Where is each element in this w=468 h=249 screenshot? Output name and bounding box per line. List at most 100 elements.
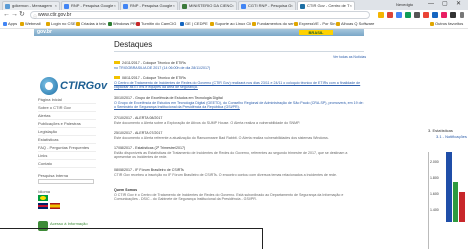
spain-flag-icon[interactable] (50, 203, 60, 209)
news-date-text: 08/11/2017 - Coloque Técnico de ETIRs (122, 76, 186, 80)
browser-tab[interactable]: MINISTERIO DA CIENC × (179, 1, 237, 10)
chart-bar (446, 152, 452, 222)
brasil-badge[interactable]: BRASIL (299, 30, 333, 35)
bookmark[interactable]: Windows PR (108, 21, 136, 27)
extension-icon[interactable] (414, 12, 420, 18)
profile-name[interactable]: Nevedgto (396, 1, 413, 8)
browser-tab[interactable]: gdkemon - Mensagem × (2, 1, 60, 10)
news-item: 30/10/2017 - Grupo de Excelência de Estu… (114, 96, 364, 110)
close-icon[interactable]: × (114, 2, 116, 10)
sidebar-menu: Página Inicial Sobre o CTIR Gov Alertas … (38, 96, 96, 168)
extension-icon[interactable] (450, 12, 456, 18)
close-window-button[interactable]: ✕ (456, 1, 461, 8)
uk-flag-icon[interactable] (38, 203, 48, 209)
gov-label[interactable]: gov.br (34, 29, 77, 36)
search-input[interactable] (38, 179, 94, 184)
bookmark-label: Windows PR (113, 21, 136, 26)
news-item: 25/10/2017 - ALERTA 07/2017 Este documen… (114, 131, 364, 140)
bookmark[interactable]: Alhoas Q Software (336, 21, 374, 27)
extension-icon[interactable] (423, 12, 429, 18)
bookmark-label: Webmail (25, 21, 41, 26)
all-news-link[interactable]: Ver todas as Notícias (333, 55, 366, 59)
menu-item[interactable]: Contato (38, 160, 96, 168)
menu-item[interactable]: Estatísticas (38, 136, 96, 144)
folder-icon (336, 22, 340, 26)
menu-icon[interactable] (460, 12, 464, 18)
close-icon[interactable]: × (232, 2, 234, 10)
bookmark-star-icon[interactable] (378, 12, 384, 18)
gov-header-bar: gov.br BRASIL (34, 29, 364, 36)
chart-bar (453, 182, 458, 222)
overlay-line (0, 228, 262, 229)
menu-item[interactable]: Sobre o CTIR Gov (38, 104, 96, 112)
overlay-line (262, 228, 263, 249)
folder-icon (20, 22, 24, 26)
folder-icon (294, 22, 298, 26)
bookmark-label: Apps (8, 21, 18, 26)
bookmark[interactable]: Turnitin do CamCIG (136, 21, 176, 27)
menu-item[interactable]: Links (38, 152, 96, 160)
brazil-flag-icon[interactable] (38, 195, 48, 201)
close-icon[interactable]: × (55, 2, 57, 10)
menu-item[interactable]: Legislação (38, 128, 96, 136)
tab-label: MINISTERIO DA CIENC (189, 3, 233, 8)
extension-icon[interactable] (405, 12, 411, 18)
maximize-button[interactable]: ▢ (442, 1, 448, 8)
news-link[interactable]: no TRIGOBRASILIA DE 2017 (14 06:00h de d… (114, 66, 364, 71)
bookmark[interactable]: GE | CEDPE (180, 21, 208, 27)
bookmark[interactable]: Webmail (20, 21, 41, 27)
tab-label: gdkemon - Mensagem (12, 3, 52, 8)
close-icon[interactable]: × (350, 2, 352, 10)
url-text: www.ctir.gov.br (38, 12, 72, 18)
new-badge-icon (114, 61, 120, 64)
news-date-text: 24/11/2017 - Coloque Técnico de ETIRs (122, 61, 186, 65)
news-item: 08/11/2017 - Coloque Técnico de ETIRs O … (114, 76, 364, 90)
bookmark[interactable]: Suporte ao Linux Cli (210, 21, 251, 27)
back-icon[interactable]: ← (3, 11, 10, 19)
news-text[interactable]: o Seminário de Segurança Institucional d… (114, 105, 364, 110)
tab-label: CGTI RNP - Pesquisa G (248, 3, 292, 8)
bookmark[interactable]: ExpressVE - Por Sin (294, 21, 335, 27)
menu-item[interactable]: FAQ - Perguntas Frequentes (38, 144, 96, 152)
extension-icon[interactable] (387, 12, 393, 18)
browser-tab[interactable]: RNP - Pesquisa Google × (61, 1, 119, 10)
folder-icon (76, 22, 80, 26)
bookmark[interactable]: Fundamentos do ser (252, 21, 294, 27)
bookmark-label: Suporte ao Linux Cli (215, 21, 252, 26)
y-tick: 1.600 (430, 192, 439, 196)
url-input[interactable]: ⓘ www.ctir.gov.br (30, 11, 370, 19)
bookmark-label: Alhoas Q Software (341, 21, 375, 26)
tab-label: RNP - Pesquisa Google (130, 3, 173, 8)
new-badge-icon (114, 76, 120, 79)
search-title: Pesquisa Interna (38, 173, 69, 178)
extension-icon[interactable] (396, 12, 402, 18)
browser-tab[interactable]: RNP - Pesquisa Google × (120, 1, 178, 10)
reload-icon[interactable]: ↻ (19, 11, 25, 19)
minimize-button[interactable]: — (428, 1, 434, 8)
close-icon[interactable]: × (291, 2, 293, 10)
browser-tab-active[interactable]: CTIR Gov - Centro de T × (297, 1, 355, 10)
bookmark[interactable]: Criadas à tela (76, 21, 106, 27)
access-info-icon[interactable] (38, 221, 48, 231)
bookmark-label: Outros favoritos (435, 21, 464, 26)
chart-bar (459, 192, 465, 222)
folder-icon (430, 22, 434, 26)
menu-item[interactable]: Página Inicial (38, 96, 96, 104)
y-tick: 1.400 (430, 208, 439, 212)
bookmark[interactable]: Outros favoritos (430, 21, 463, 27)
y-tick: 1.800 (430, 176, 439, 180)
access-info-link[interactable]: Acesso à Informação (50, 222, 88, 226)
bookmark[interactable]: Apps (3, 21, 17, 27)
tab-label: RNP - Pesquisa Google (71, 3, 114, 8)
extension-icon[interactable] (432, 12, 438, 18)
browser-tab[interactable]: CGTI RNP - Pesquisa G × (238, 1, 296, 10)
extension-icon[interactable] (441, 12, 447, 18)
news-link[interactable]: O Centro de Tratamento de Incidentes de … (114, 81, 364, 90)
forward-icon[interactable]: → (11, 11, 18, 19)
google-icon (64, 4, 69, 9)
bookmark-label: ExpressVE - Por Sin (299, 21, 336, 26)
close-icon[interactable]: × (173, 2, 175, 10)
menu-item[interactable]: Publicações e Palestras (38, 120, 96, 128)
menu-item[interactable]: Alertas (38, 112, 96, 120)
bookmark[interactable]: Login no CSE (46, 21, 76, 27)
